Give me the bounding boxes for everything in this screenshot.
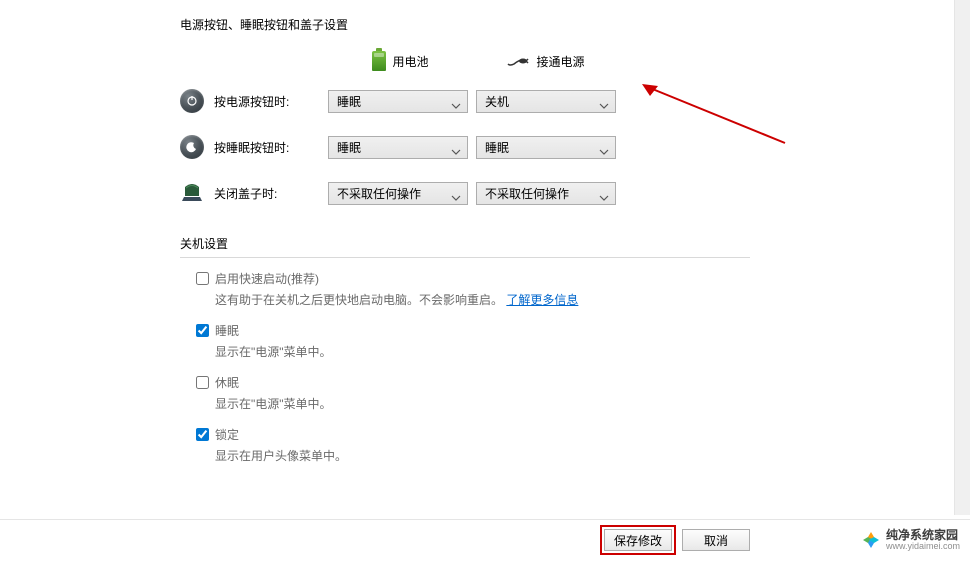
plugged-label: 接通电源	[536, 53, 584, 70]
plug-icon	[506, 54, 530, 68]
bottom-button-bar: 保存修改 取消	[0, 522, 970, 558]
battery-column-header: 用电池	[328, 51, 473, 71]
hibernate-desc: 显示在"电源"菜单中。	[215, 395, 950, 412]
power-button-row-icon	[180, 89, 204, 113]
hibernate-label: 休眠	[215, 374, 239, 391]
dropdown-value: 睡眠	[337, 93, 361, 110]
watermark-logo-icon	[861, 530, 881, 550]
fast-startup-label: 启用快速启动(推荐)	[215, 270, 319, 287]
sleep-button-plugged-dropdown[interactable]: 睡眠	[476, 136, 616, 159]
shutdown-settings-title: 关机设置	[180, 235, 950, 258]
watermark-url: www.yidaimei.com	[886, 542, 960, 552]
chevron-down-icon	[451, 190, 461, 196]
laptop-lid-icon	[180, 183, 204, 203]
power-button-label: 按电源按钮时:	[214, 93, 328, 110]
lid-close-battery-dropdown[interactable]: 不采取任何操作	[328, 182, 468, 205]
battery-label: 用电池	[392, 53, 428, 70]
plugged-column-header: 接通电源	[473, 51, 618, 71]
watermark: 纯净系统家园 www.yidaimei.com	[861, 529, 960, 552]
fast-startup-desc: 这有助于在关机之后更快地启动电脑。不会影响重启。 了解更多信息	[215, 291, 950, 308]
moon-icon	[180, 135, 204, 159]
fast-startup-checkbox-row[interactable]: 启用快速启动(推荐)	[196, 270, 950, 287]
power-button-row: 按电源按钮时: 睡眠 关机	[180, 89, 950, 113]
dropdown-value: 睡眠	[337, 139, 361, 156]
sleep-label: 睡眠	[215, 322, 239, 339]
battery-icon	[372, 51, 386, 71]
power-icon	[180, 89, 204, 113]
lid-close-row-icon	[180, 181, 204, 205]
cancel-button[interactable]: 取消	[682, 529, 750, 551]
lid-close-plugged-dropdown[interactable]: 不采取任何操作	[476, 182, 616, 205]
section-title: 电源按钮、睡眠按钮和盖子设置	[180, 16, 950, 33]
chevron-down-icon	[451, 144, 461, 150]
sleep-desc: 显示在"电源"菜单中。	[215, 343, 950, 360]
fast-startup-checkbox[interactable]	[196, 272, 209, 285]
power-settings-panel: 电源按钮、睡眠按钮和盖子设置 用电池 接通电源 按电源按钮时: 睡眠 关机	[180, 16, 950, 478]
dropdown-value: 关机	[485, 93, 509, 110]
shutdown-settings-section: 关机设置 启用快速启动(推荐) 这有助于在关机之后更快地启动电脑。不会影响重启。…	[180, 235, 950, 464]
lock-checkbox[interactable]	[196, 428, 209, 441]
sleep-button-row-icon	[180, 135, 204, 159]
learn-more-link[interactable]: 了解更多信息	[506, 293, 578, 307]
sleep-item: 睡眠 显示在"电源"菜单中。	[196, 322, 950, 360]
content-border	[954, 0, 955, 515]
dropdown-value: 睡眠	[485, 139, 509, 156]
lid-close-row: 关闭盖子时: 不采取任何操作 不采取任何操作	[180, 181, 950, 205]
lock-checkbox-row[interactable]: 锁定	[196, 426, 950, 443]
scrollbar[interactable]	[955, 0, 970, 515]
shutdown-checkbox-list: 启用快速启动(推荐) 这有助于在关机之后更快地启动电脑。不会影响重启。 了解更多…	[196, 270, 950, 464]
power-button-plugged-dropdown[interactable]: 关机	[476, 90, 616, 113]
hibernate-checkbox[interactable]	[196, 376, 209, 389]
column-headers: 用电池 接通电源	[328, 51, 950, 71]
dropdown-value: 不采取任何操作	[485, 185, 569, 202]
bottom-separator	[0, 519, 970, 520]
chevron-down-icon	[599, 190, 609, 196]
sleep-button-label: 按睡眠按钮时:	[214, 139, 328, 156]
lid-close-label: 关闭盖子时:	[214, 185, 328, 202]
lock-label: 锁定	[215, 426, 239, 443]
fast-startup-item: 启用快速启动(推荐) 这有助于在关机之后更快地启动电脑。不会影响重启。 了解更多…	[196, 270, 950, 308]
sleep-button-row: 按睡眠按钮时: 睡眠 睡眠	[180, 135, 950, 159]
lock-desc: 显示在用户头像菜单中。	[215, 447, 950, 464]
chevron-down-icon	[451, 98, 461, 104]
sleep-button-battery-dropdown[interactable]: 睡眠	[328, 136, 468, 159]
watermark-text: 纯净系统家园 www.yidaimei.com	[886, 529, 960, 552]
sleep-checkbox-row[interactable]: 睡眠	[196, 322, 950, 339]
chevron-down-icon	[599, 144, 609, 150]
save-button[interactable]: 保存修改	[604, 529, 672, 551]
sleep-checkbox[interactable]	[196, 324, 209, 337]
hibernate-checkbox-row[interactable]: 休眠	[196, 374, 950, 391]
lock-item: 锁定 显示在用户头像菜单中。	[196, 426, 950, 464]
hibernate-item: 休眠 显示在"电源"菜单中。	[196, 374, 950, 412]
power-button-battery-dropdown[interactable]: 睡眠	[328, 90, 468, 113]
chevron-down-icon	[599, 98, 609, 104]
dropdown-value: 不采取任何操作	[337, 185, 421, 202]
